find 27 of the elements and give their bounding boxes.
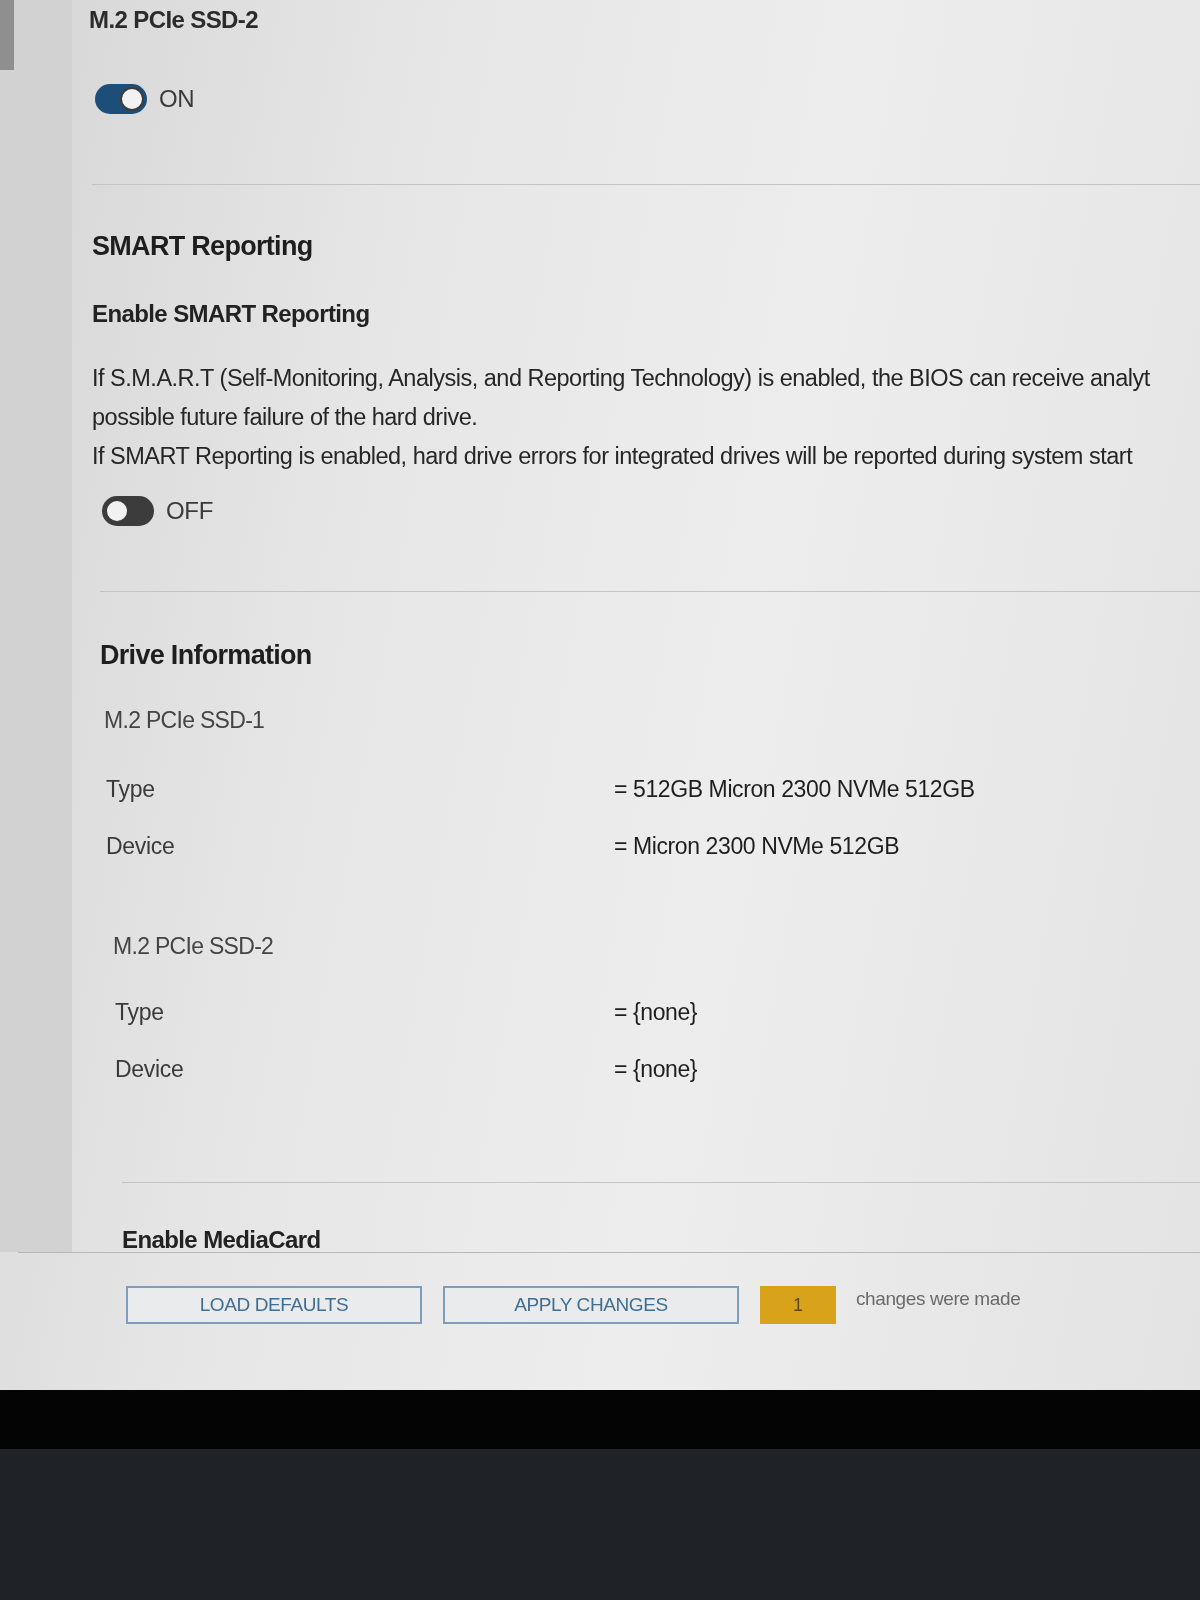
field-value: = {none} bbox=[614, 1055, 698, 1084]
setting-title: M.2 PCIe SSD-2 bbox=[89, 5, 258, 35]
change-status-text: changes were made bbox=[856, 1287, 1021, 1311]
field-value: = Micron 2300 NVMe 512GB bbox=[614, 832, 901, 861]
toggle-label: OFF bbox=[166, 497, 214, 525]
change-count-badge: 1 bbox=[760, 1286, 836, 1324]
section-heading: SMART Reporting bbox=[92, 230, 313, 263]
description-text: If S.M.A.R.T (Self-Monitoring, Analysis, and Reporting Technology) is enabled, the BIOS can receive analyt bbox=[92, 364, 1150, 393]
footer-button[interactable]: APPLY CHANGES bbox=[443, 1286, 739, 1324]
scrollbar-thumb[interactable] bbox=[0, 0, 14, 70]
field-label: Type bbox=[106, 775, 156, 804]
footer-button[interactable]: LOAD DEFAULTS bbox=[126, 1286, 422, 1324]
drive-name: M.2 PCIe SSD-1 bbox=[104, 706, 265, 735]
setting-title: Enable MediaCard bbox=[122, 1228, 321, 1252]
section-heading: Drive Information bbox=[100, 639, 312, 672]
toggle-switch[interactable] bbox=[102, 496, 154, 526]
toggle-label: ON bbox=[159, 85, 195, 113]
toggle-switch[interactable] bbox=[95, 84, 147, 114]
setting-title: Enable SMART Reporting bbox=[92, 299, 370, 329]
field-label: Device bbox=[115, 1055, 185, 1084]
field-label: Type bbox=[115, 998, 165, 1027]
field-value: = {none} bbox=[614, 998, 698, 1027]
description-text: possible future failure of the hard drive. bbox=[92, 403, 478, 432]
field-value: = 512GB Micron 2300 NVMe 512GB bbox=[614, 775, 975, 804]
description-text: If SMART Reporting is enabled, hard drive errors for integrated drives will be reported during system start bbox=[92, 442, 1133, 471]
drive-name: M.2 PCIe SSD-2 bbox=[113, 932, 274, 961]
field-label: Device bbox=[106, 832, 176, 861]
